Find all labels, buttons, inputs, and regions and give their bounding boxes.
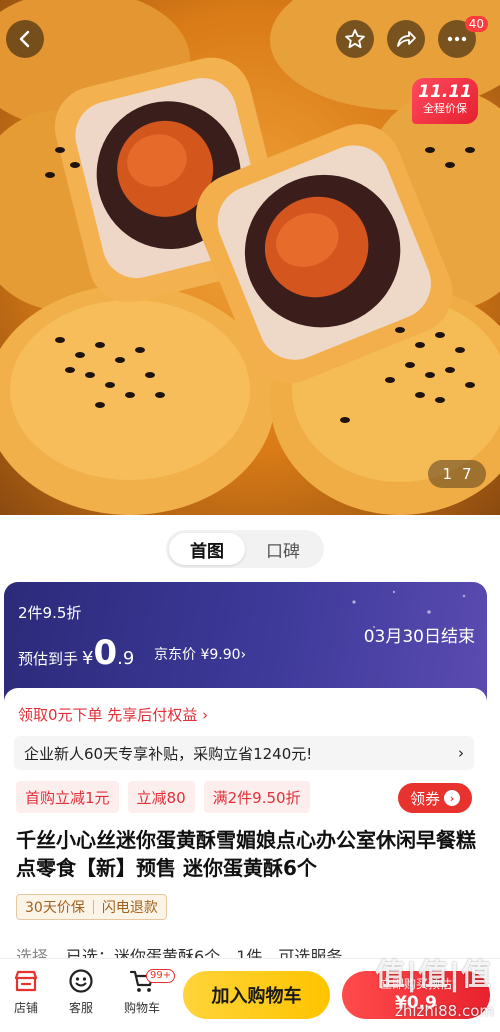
promo-chip[interactable]: 满2件9.50折 xyxy=(203,781,310,813)
back-button[interactable] xyxy=(6,20,44,58)
zero-pay-link[interactable]: 领取0元下单 先享后付权益 › xyxy=(18,704,208,725)
chevron-right-icon: › xyxy=(444,790,460,806)
promo-tag-title: 11.11 xyxy=(418,82,472,102)
currency-symbol: ¥ xyxy=(82,648,94,669)
shop-button[interactable]: 店铺 xyxy=(0,967,52,1016)
service-tags: 30天价保 闪电退款 xyxy=(16,894,167,920)
jd-price: 京东价 ¥9.90 xyxy=(154,647,241,663)
price-integer: 0 xyxy=(93,633,118,673)
multi-buy-discount: 2件9.5折 xyxy=(18,604,82,622)
estimated-price: 预估到手 ¥ 0 .9 xyxy=(18,636,134,670)
coupon-label: 领券 xyxy=(409,789,440,808)
promo-chip[interactable]: 首购立减1元 xyxy=(16,781,119,813)
more-button[interactable]: 40 xyxy=(438,16,488,58)
product-title: 千丝小心丝迷你蛋黄酥雪媚娘点心办公室休闲早餐糕点零食【新】预售 迷你蛋黄酥6个 xyxy=(16,828,476,880)
jd-price-arrow: › xyxy=(240,647,247,663)
tab-reviews[interactable]: 口碑 xyxy=(245,533,321,565)
more-dots-icon xyxy=(447,36,467,42)
pager-total: 7 xyxy=(462,465,472,483)
promo-tag-subtitle: 全程价保 xyxy=(423,102,467,115)
favorite-button[interactable] xyxy=(336,20,374,58)
promotion-chips: 首购立减1元 立减80 满2件9.50折 xyxy=(16,781,310,813)
customer-service-button[interactable]: 客服 xyxy=(55,967,107,1016)
subsidy-arrow: › xyxy=(458,744,464,762)
promo-end-date: 03月30日结束 xyxy=(363,627,475,647)
smiley-chat-icon xyxy=(69,969,93,993)
shop-label: 店铺 xyxy=(13,1001,38,1015)
promo-chip[interactable]: 立减80 xyxy=(127,781,195,813)
cart-label: 购物车 xyxy=(123,1001,160,1015)
cart-count-badge: 99+ xyxy=(146,969,176,983)
service-tag: 闪电退款 xyxy=(101,900,158,916)
pager-current: 1 xyxy=(442,465,452,483)
product-image-carousel[interactable]: 40 11.11 全程价保 1 7 xyxy=(0,0,500,515)
price-decimal: .9 xyxy=(117,648,135,669)
image-pager: 1 7 xyxy=(428,460,486,488)
share-button[interactable] xyxy=(387,20,425,58)
service-tag: 30天价保 xyxy=(25,900,85,916)
add-to-cart-button[interactable]: 加入购物车 xyxy=(183,971,330,1019)
buy-now-button[interactable]: 立即购买预估 ¥0.9 xyxy=(342,971,490,1019)
buy-now-label: 立即购买预估 xyxy=(379,977,452,991)
estimate-label: 预估到手 xyxy=(18,650,79,668)
jd-price-link[interactable]: 京东价 ¥9.90› xyxy=(154,644,246,664)
subsidy-text: 企业新人60天专享补贴，采购立省1240元! xyxy=(24,744,313,763)
notification-badge: 40 xyxy=(464,16,488,32)
share-icon xyxy=(397,31,416,47)
chevron-left-icon xyxy=(19,30,30,48)
product-info-card: 领取0元下单 先享后付权益 › 企业新人60天专享补贴，采购立省1240元! ›… xyxy=(4,688,487,988)
media-tabs: 首图 口碑 xyxy=(166,530,324,568)
cart-button[interactable]: 99+ 购物车 xyxy=(116,967,176,1016)
enterprise-subsidy-row[interactable]: 企业新人60天专享补贴，采购立省1240元! › xyxy=(14,736,474,770)
shop-icon xyxy=(14,970,38,992)
service-label: 客服 xyxy=(68,1001,93,1015)
get-coupon-button[interactable]: 领券 › xyxy=(398,783,472,813)
bottom-action-bar: 店铺 客服 99+ 购物车 加入购物车 立即购买预估 ¥0.9 xyxy=(0,958,500,1032)
tab-main-image[interactable]: 首图 xyxy=(169,533,245,565)
star-icon xyxy=(345,29,365,49)
double-eleven-price-protect-tag: 11.11 全程价保 xyxy=(412,78,478,124)
buy-now-price: ¥0.9 xyxy=(395,993,437,1013)
